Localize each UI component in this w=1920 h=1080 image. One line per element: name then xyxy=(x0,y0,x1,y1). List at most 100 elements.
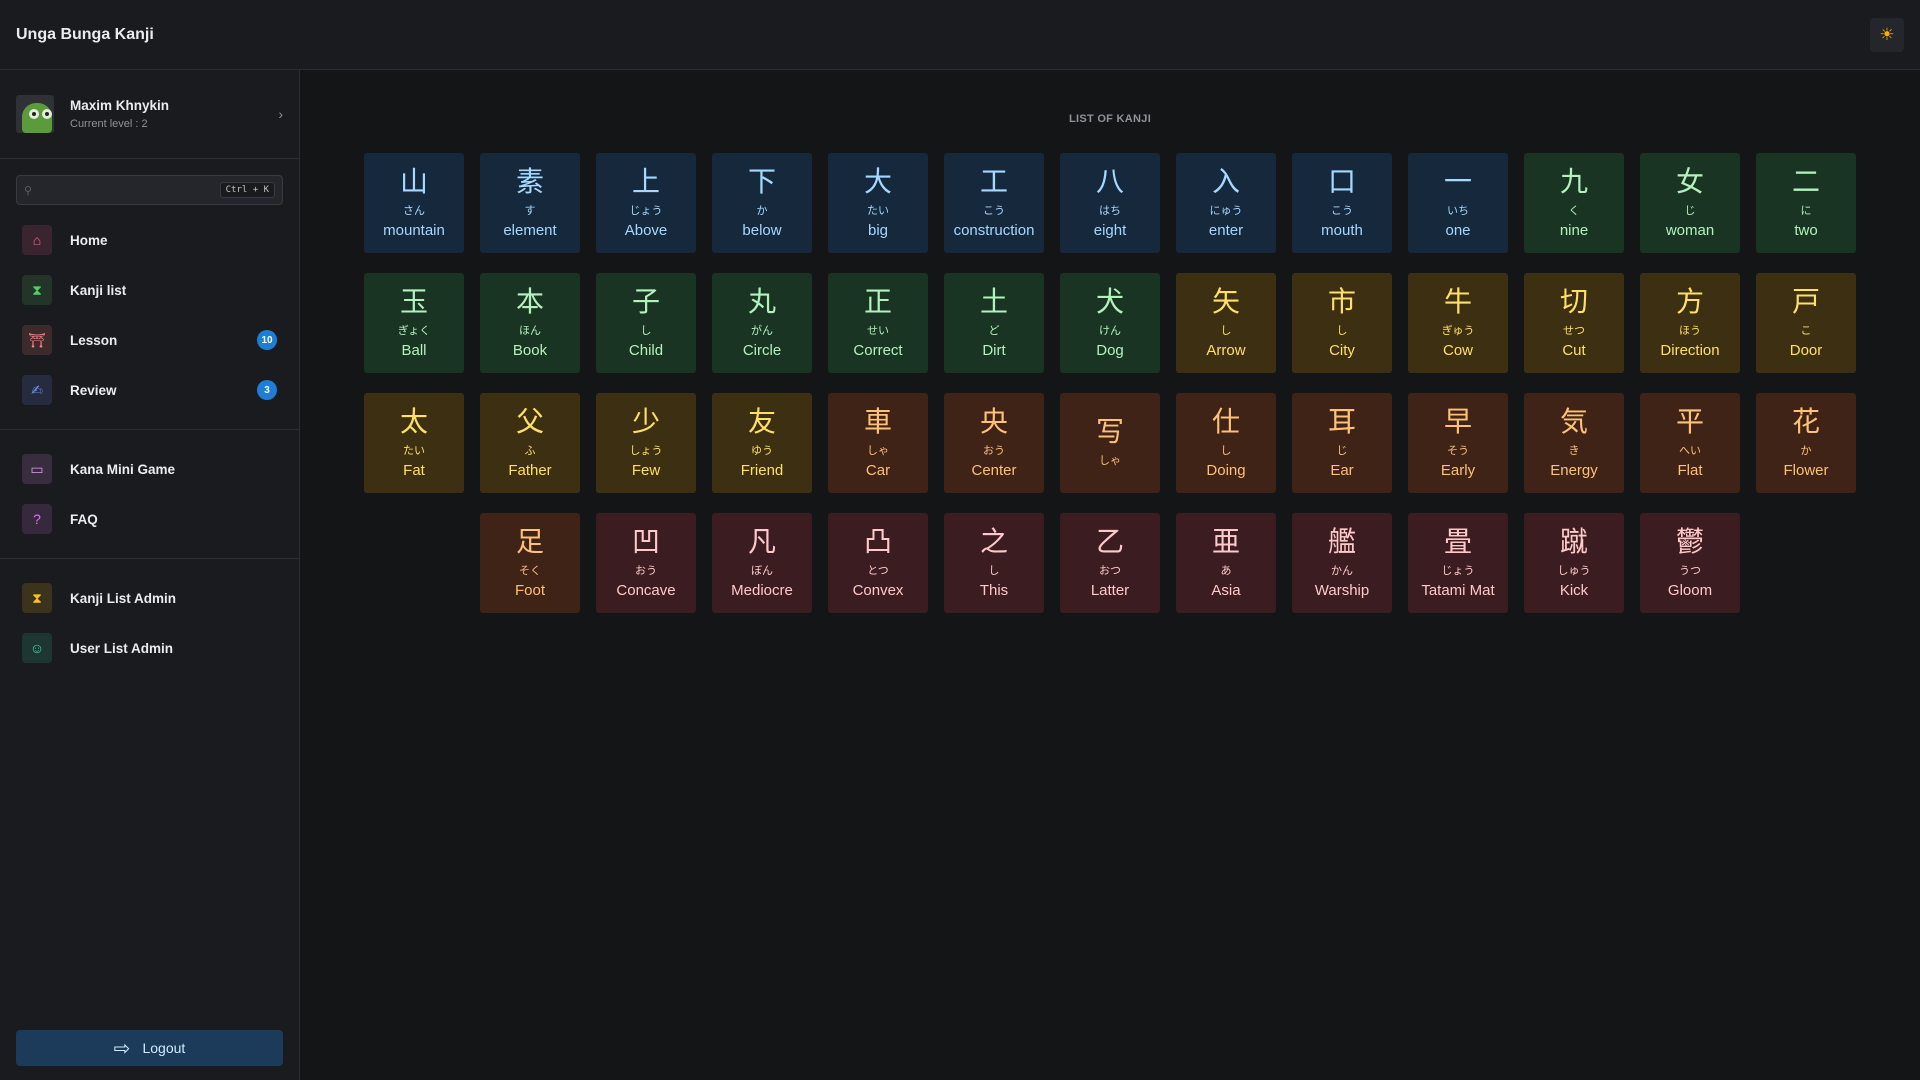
kanji-card[interactable]: 車しゃ Car xyxy=(828,393,928,493)
theme-toggle-button[interactable]: ☀ xyxy=(1870,17,1904,52)
app-title[interactable]: Unga Bunga Kanji xyxy=(16,26,154,44)
kanji-card[interactable]: 切せつ Cut xyxy=(1524,273,1624,373)
kanji-card[interactable]: 下か below xyxy=(712,153,812,253)
search-input[interactable] xyxy=(38,183,220,197)
kanji-card[interactable]: 大たい big xyxy=(828,153,928,253)
kanji-card[interactable]: 鬱うつ Gloom xyxy=(1640,513,1740,613)
kanji-character: 太 xyxy=(399,405,428,438)
kanji-card[interactable]: 犬けん Dog xyxy=(1060,273,1160,373)
kanji-card[interactable]: 父ふ Father xyxy=(480,393,580,493)
kanji-meaning: Father xyxy=(508,462,552,479)
kanji-card[interactable]: 牛ぎゅう Cow xyxy=(1408,273,1508,373)
kanji-card[interactable]: 気き Energy xyxy=(1524,393,1624,493)
kanji-card[interactable]: 土ど Dirt xyxy=(944,273,1044,373)
sidebar-item-lesson[interactable]: ⛩ Lesson 10 xyxy=(16,315,283,365)
kanji-card[interactable]: 凸とつ Convex xyxy=(828,513,928,613)
sidebar-item-kanji-list-admin[interactable]: ⧗ Kanji List Admin xyxy=(16,573,283,623)
nav-admin: ⧗ Kanji List Admin ☺ User List Admin xyxy=(0,573,299,673)
sidebar-item-kanji-list[interactable]: ⧗ Kanji list xyxy=(16,265,283,315)
logout-button[interactable]: ⇨ Logout xyxy=(16,1030,283,1066)
count-badge: 3 xyxy=(257,380,277,400)
kanji-card[interactable]: 戸こ Door xyxy=(1756,273,1856,373)
kanji-card[interactable]: 亜あ Asia xyxy=(1176,513,1276,613)
kanji-card[interactable]: 平へい Flat xyxy=(1640,393,1740,493)
kanji-card[interactable]: 蹴しゅう Kick xyxy=(1524,513,1624,613)
kanji-reading: がん xyxy=(751,324,773,337)
kanji-card[interactable]: 花か Flower xyxy=(1756,393,1856,493)
kanji-card[interactable]: 矢し Arrow xyxy=(1176,273,1276,373)
kanji-card[interactable]: 本ほん Book xyxy=(480,273,580,373)
kanji-card[interactable]: 友ゆう Friend xyxy=(712,393,812,493)
kanji-reading: しゃ xyxy=(1099,453,1121,467)
kanji-card[interactable]: 少しょう Few xyxy=(596,393,696,493)
kanji-reading: そう xyxy=(1447,444,1469,457)
kanji-card[interactable]: 央おう Center xyxy=(944,393,1044,493)
kanji-card[interactable]: 足そく Foot xyxy=(480,513,580,613)
kanji-meaning: Kick xyxy=(1559,582,1589,599)
kanji-card[interactable]: 早そう Early xyxy=(1408,393,1508,493)
kanji-card[interactable]: 入にゅう enter xyxy=(1176,153,1276,253)
kanji-card[interactable]: 乙おつ Latter xyxy=(1060,513,1160,613)
kanji-card[interactable]: 一いち one xyxy=(1408,153,1508,253)
kanji-card[interactable]: 方ほう Direction xyxy=(1640,273,1740,373)
kanji-meaning: Flower xyxy=(1783,462,1829,479)
kanji-card[interactable]: 耳じ Ear xyxy=(1292,393,1392,493)
user-profile[interactable]: Maxim Khnykin Current level : 2 › xyxy=(0,70,299,159)
kanji-reading: き xyxy=(1568,444,1580,457)
kanji-character: 素 xyxy=(515,165,544,198)
kanji-card[interactable]: 工こう construction xyxy=(944,153,1044,253)
kanji-meaning: Early xyxy=(1440,462,1476,479)
sidebar-item-label: Kanji list xyxy=(70,282,127,298)
kanji-card[interactable]: 玉ぎょく Ball xyxy=(364,273,464,373)
kanji-meaning: Few xyxy=(631,462,661,479)
search-box[interactable]: ⚲ Ctrl + K xyxy=(16,175,283,205)
kanji-character: 玉 xyxy=(399,285,428,318)
kanji-meaning: Dirt xyxy=(982,342,1006,359)
kanji-character: 口 xyxy=(1327,165,1356,198)
torii-icon: ⛩ xyxy=(22,325,52,355)
kanji-meaning: Direction xyxy=(1660,342,1720,359)
sidebar-item-user-list-admin[interactable]: ☺ User List Admin xyxy=(16,623,283,673)
kanji-card[interactable]: 女じ woman xyxy=(1640,153,1740,253)
kanji-card[interactable]: 之し This xyxy=(944,513,1044,613)
sidebar-item-review[interactable]: ✍ Review 3 xyxy=(16,365,283,415)
kanji-meaning: Correct xyxy=(853,342,903,359)
kanji-card[interactable]: 写しゃ xyxy=(1060,393,1160,493)
kanji-card[interactable]: 正せい Correct xyxy=(828,273,928,373)
kanji-card[interactable]: 凡ぼん Mediocre xyxy=(712,513,812,613)
kanji-character: 凹 xyxy=(631,525,660,558)
kanji-card[interactable]: 太たい Fat xyxy=(364,393,464,493)
kanji-card[interactable]: 素す element xyxy=(480,153,580,253)
kanji-card[interactable]: 仕し Doing xyxy=(1176,393,1276,493)
kanji-character: 戸 xyxy=(1791,285,1820,318)
kanji-character: 山 xyxy=(399,165,428,198)
kanji-card[interactable]: 子し Child xyxy=(596,273,696,373)
kanji-card[interactable]: 畳じょう Tatami Mat xyxy=(1408,513,1508,613)
kanji-card[interactable]: 艦かん Warship xyxy=(1292,513,1392,613)
kanji-card[interactable]: 九く nine xyxy=(1524,153,1624,253)
kanji-meaning: This xyxy=(979,582,1009,599)
kanji-card[interactable]: 二に two xyxy=(1756,153,1856,253)
kanji-card[interactable]: 凹おう Concave xyxy=(596,513,696,613)
kanji-meaning: Book xyxy=(512,342,548,359)
kanji-reading: あ xyxy=(1220,564,1232,577)
count-badge: 10 xyxy=(257,330,277,350)
kanji-card[interactable]: 口こう mouth xyxy=(1292,153,1392,253)
kanji-card[interactable]: 上じょう Above xyxy=(596,153,696,253)
kanji-reading: とつ xyxy=(867,564,889,577)
sidebar-item-home[interactable]: ⌂ Home xyxy=(16,215,283,265)
kanji-character: 市 xyxy=(1327,285,1356,318)
kanji-card[interactable]: 八はち eight xyxy=(1060,153,1160,253)
kanji-meaning: Cut xyxy=(1562,342,1586,359)
kanji-character: 亜 xyxy=(1211,525,1240,558)
kanji-card[interactable]: 山さん mountain xyxy=(364,153,464,253)
sidebar-item-kana-mini-game[interactable]: ▭ Kana Mini Game xyxy=(16,444,283,494)
kanji-card[interactable]: 市し City xyxy=(1292,273,1392,373)
kanji-character: 蹴 xyxy=(1559,525,1588,558)
kanji-character: 畳 xyxy=(1443,525,1472,558)
sidebar-item-faq[interactable]: ? FAQ xyxy=(16,494,283,544)
kanji-meaning: Gloom xyxy=(1667,582,1713,599)
kanji-character: 上 xyxy=(631,165,660,198)
kanji-card[interactable]: 丸がん Circle xyxy=(712,273,812,373)
logout-label: Logout xyxy=(142,1040,186,1056)
